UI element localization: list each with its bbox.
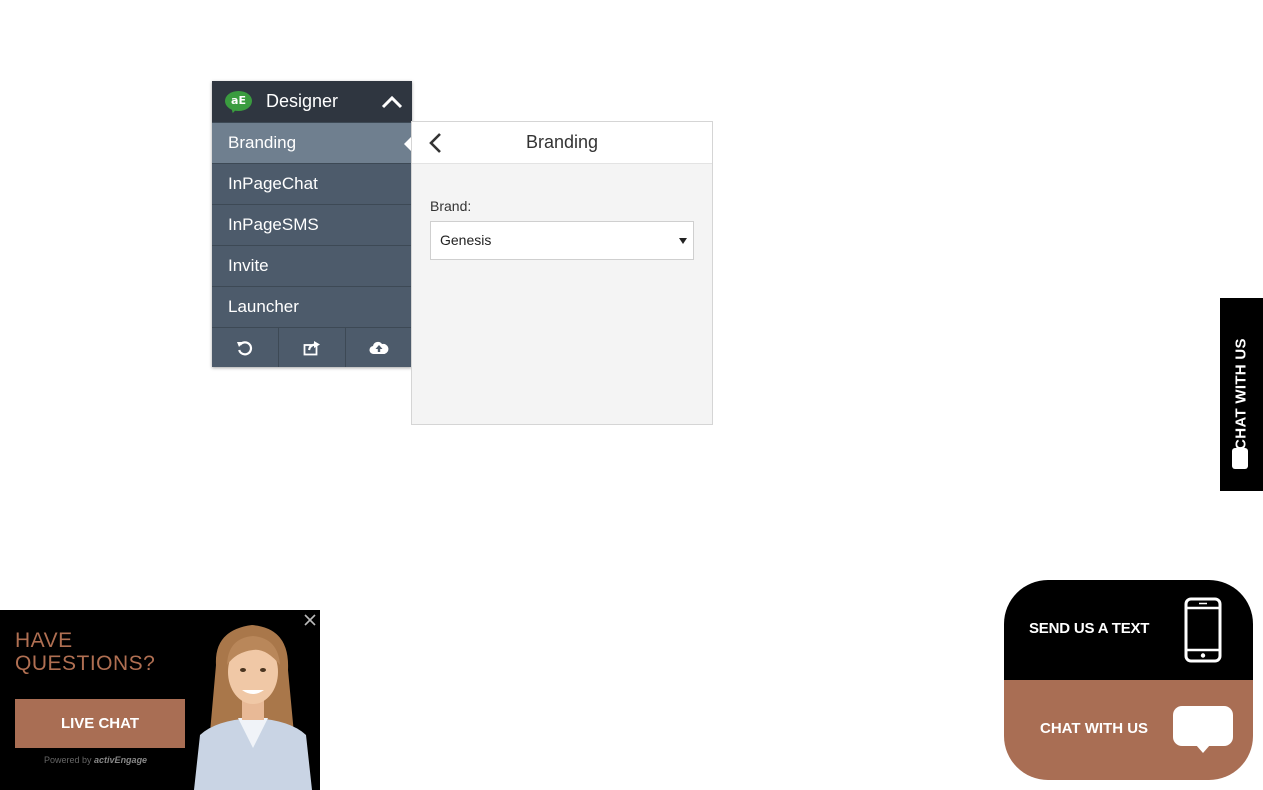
branding-panel: Branding Brand: Genesis bbox=[411, 121, 713, 425]
banner-heading: HAVE QUESTIONS? bbox=[15, 629, 155, 675]
close-icon bbox=[304, 614, 316, 626]
branding-title: Branding bbox=[525, 132, 599, 152]
branding-header: Branding bbox=[412, 122, 712, 164]
collapse-button[interactable] bbox=[372, 81, 412, 122]
chat-side-tab[interactable]: CHAT WITH US bbox=[1220, 298, 1263, 491]
powered-by-text: Powered by bbox=[44, 755, 92, 765]
chat-bubble-icon bbox=[1232, 448, 1248, 469]
caret-down-icon bbox=[679, 238, 687, 244]
undo-icon bbox=[237, 340, 252, 355]
chat-with-us-button[interactable]: CHAT WITH US bbox=[1004, 680, 1253, 780]
banner-heading-line2: QUESTIONS? bbox=[15, 652, 156, 675]
brand-select[interactable]: Genesis bbox=[430, 221, 694, 260]
share-button[interactable] bbox=[279, 328, 346, 367]
send-text-label: SEND US A TEXT bbox=[1029, 620, 1150, 637]
designer-panel: aE Designer Branding InPageChat InPageSM… bbox=[212, 81, 413, 367]
upload-button[interactable] bbox=[346, 328, 412, 367]
send-text-button[interactable]: SEND US A TEXT bbox=[1004, 580, 1253, 680]
powered-by-brand: activEngage bbox=[94, 755, 148, 765]
chevron-left-icon bbox=[429, 133, 441, 153]
brand-select-value: Genesis bbox=[440, 232, 492, 248]
menu-item-launcher[interactable]: Launcher bbox=[212, 286, 412, 327]
activengage-logo: aE bbox=[225, 90, 252, 114]
phone-icon bbox=[1184, 597, 1222, 663]
chat-launcher: SEND US A TEXT CHAT WITH US bbox=[1004, 580, 1253, 780]
undo-button[interactable] bbox=[212, 328, 279, 367]
chat-with-us-label: CHAT WITH US bbox=[1040, 720, 1149, 737]
live-chat-banner: HAVE QUESTIONS? LIVE CHAT Powered by act… bbox=[0, 610, 320, 790]
back-button[interactable] bbox=[426, 131, 446, 155]
brand-label: Brand: bbox=[430, 198, 472, 214]
menu-item-branding[interactable]: Branding bbox=[212, 122, 413, 163]
banner-close-button[interactable] bbox=[303, 613, 317, 627]
menu-item-invite[interactable]: Invite bbox=[212, 245, 412, 286]
agent-photo bbox=[194, 625, 312, 790]
menu-item-inpagesms[interactable]: InPageSMS bbox=[212, 204, 412, 245]
side-tab-label: CHAT WITH US bbox=[1232, 338, 1250, 450]
cloud-upload-icon bbox=[369, 341, 389, 355]
share-icon bbox=[303, 340, 320, 355]
menu-item-inpagechat[interactable]: InPageChat bbox=[212, 163, 412, 204]
designer-header: aE Designer bbox=[212, 81, 412, 122]
chat-bubble-icon bbox=[1173, 706, 1233, 753]
live-chat-button[interactable]: LIVE CHAT bbox=[15, 699, 185, 748]
chevron-up-icon bbox=[381, 95, 403, 108]
banner-heading-line1: HAVE bbox=[15, 629, 73, 652]
powered-by: Powered by activEngage bbox=[44, 755, 147, 765]
designer-toolbar bbox=[212, 327, 412, 367]
designer-title: Designer bbox=[266, 91, 339, 111]
